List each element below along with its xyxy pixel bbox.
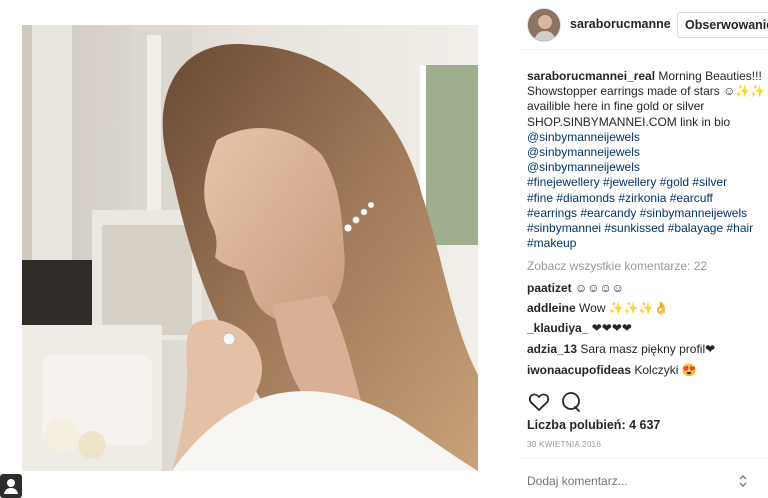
mention-link[interactable]: @sinbymanneijewels — [527, 160, 763, 175]
comment-username[interactable]: adzia_13 — [527, 342, 577, 356]
comment-text: ❤❤❤❤ — [591, 321, 632, 335]
comment-text: ☺☺☺☺ — [575, 281, 625, 295]
hashtag-line[interactable]: #makeup — [527, 236, 763, 251]
comment-item: addleine Wow ✨✨✨👌 — [527, 301, 669, 315]
caption-first-line: saraborucmannei_real Morning Beauties!!! — [527, 69, 763, 84]
heart-icon[interactable] — [527, 390, 551, 414]
comment-item: adzia_13 Sara masz piękny profil❤ — [527, 342, 715, 356]
post-photo[interactable] — [22, 25, 478, 471]
photo-illustration — [22, 25, 478, 471]
comment-username[interactable]: addleine — [527, 301, 576, 315]
comment-text: Wow ✨✨✨👌 — [579, 301, 669, 315]
comment-icon[interactable] — [559, 390, 583, 414]
post-caption: saraborucmannei_real Morning Beauties!!!… — [527, 69, 766, 251]
comment-text: Kolczyki 😍 — [634, 363, 697, 377]
post-author-username[interactable]: saraborucmanne — [570, 17, 671, 31]
hashtag-line[interactable]: #sinbymannei #sunkissed #balayage #hair — [527, 221, 763, 236]
comment-username[interactable]: iwonaacupofideas — [527, 363, 631, 377]
caption-line: SHOP.SINBYMANNEI.COM link in bio — [527, 114, 731, 129]
following-button[interactable]: Obserwowanie — [677, 12, 768, 38]
comment-text: Sara masz piękny profil❤ — [580, 342, 716, 356]
caption-line: Showstopper earrings made of stars ☺✨✨ — [527, 84, 766, 99]
user-icon[interactable] — [0, 474, 22, 498]
comment-item: iwonaacupofideas Kolczyki 😍 — [527, 363, 697, 377]
likes-count[interactable]: Liczba polubień: 4 637 — [527, 418, 660, 432]
avatar[interactable] — [527, 8, 561, 42]
post-header: saraborucmanne Obserwowanie — [520, 0, 768, 50]
post-date: 30 KWIETNIA 2016 — [527, 440, 602, 449]
more-options-icon[interactable] — [736, 474, 750, 488]
mention-link[interactable]: @sinbymanneijewels — [527, 130, 763, 145]
caption-username[interactable]: saraborucmannei_real — [527, 69, 655, 83]
divider — [520, 458, 768, 459]
hashtag-line[interactable]: #earrings #earcandy #sinbymanneijewels — [527, 206, 763, 221]
add-comment-input[interactable] — [527, 474, 717, 488]
hashtag-line[interactable]: #fine #diamonds #zirkonia #earcuff — [527, 191, 763, 206]
view-all-comments-link[interactable]: Zobacz wszystkie komentarze: 22 — [527, 259, 707, 273]
comment-username[interactable]: paatizet — [527, 281, 572, 295]
caption-text: Morning Beauties!!! — [658, 69, 762, 83]
caption-line: availible here in fine gold or silver — [527, 99, 705, 114]
comment-username[interactable]: _klaudiya_ — [527, 321, 588, 335]
post-card: saraborucmanne Obserwowanie saraborucman… — [0, 0, 768, 498]
comment-item: _klaudiya_ ❤❤❤❤ — [527, 321, 632, 335]
comment-item: paatizet ☺☺☺☺ — [527, 281, 624, 295]
hashtag-line[interactable]: #finejewellery #jewellery #gold #silver — [527, 175, 763, 190]
mention-link[interactable]: @sinbymanneijewels — [527, 145, 763, 160]
